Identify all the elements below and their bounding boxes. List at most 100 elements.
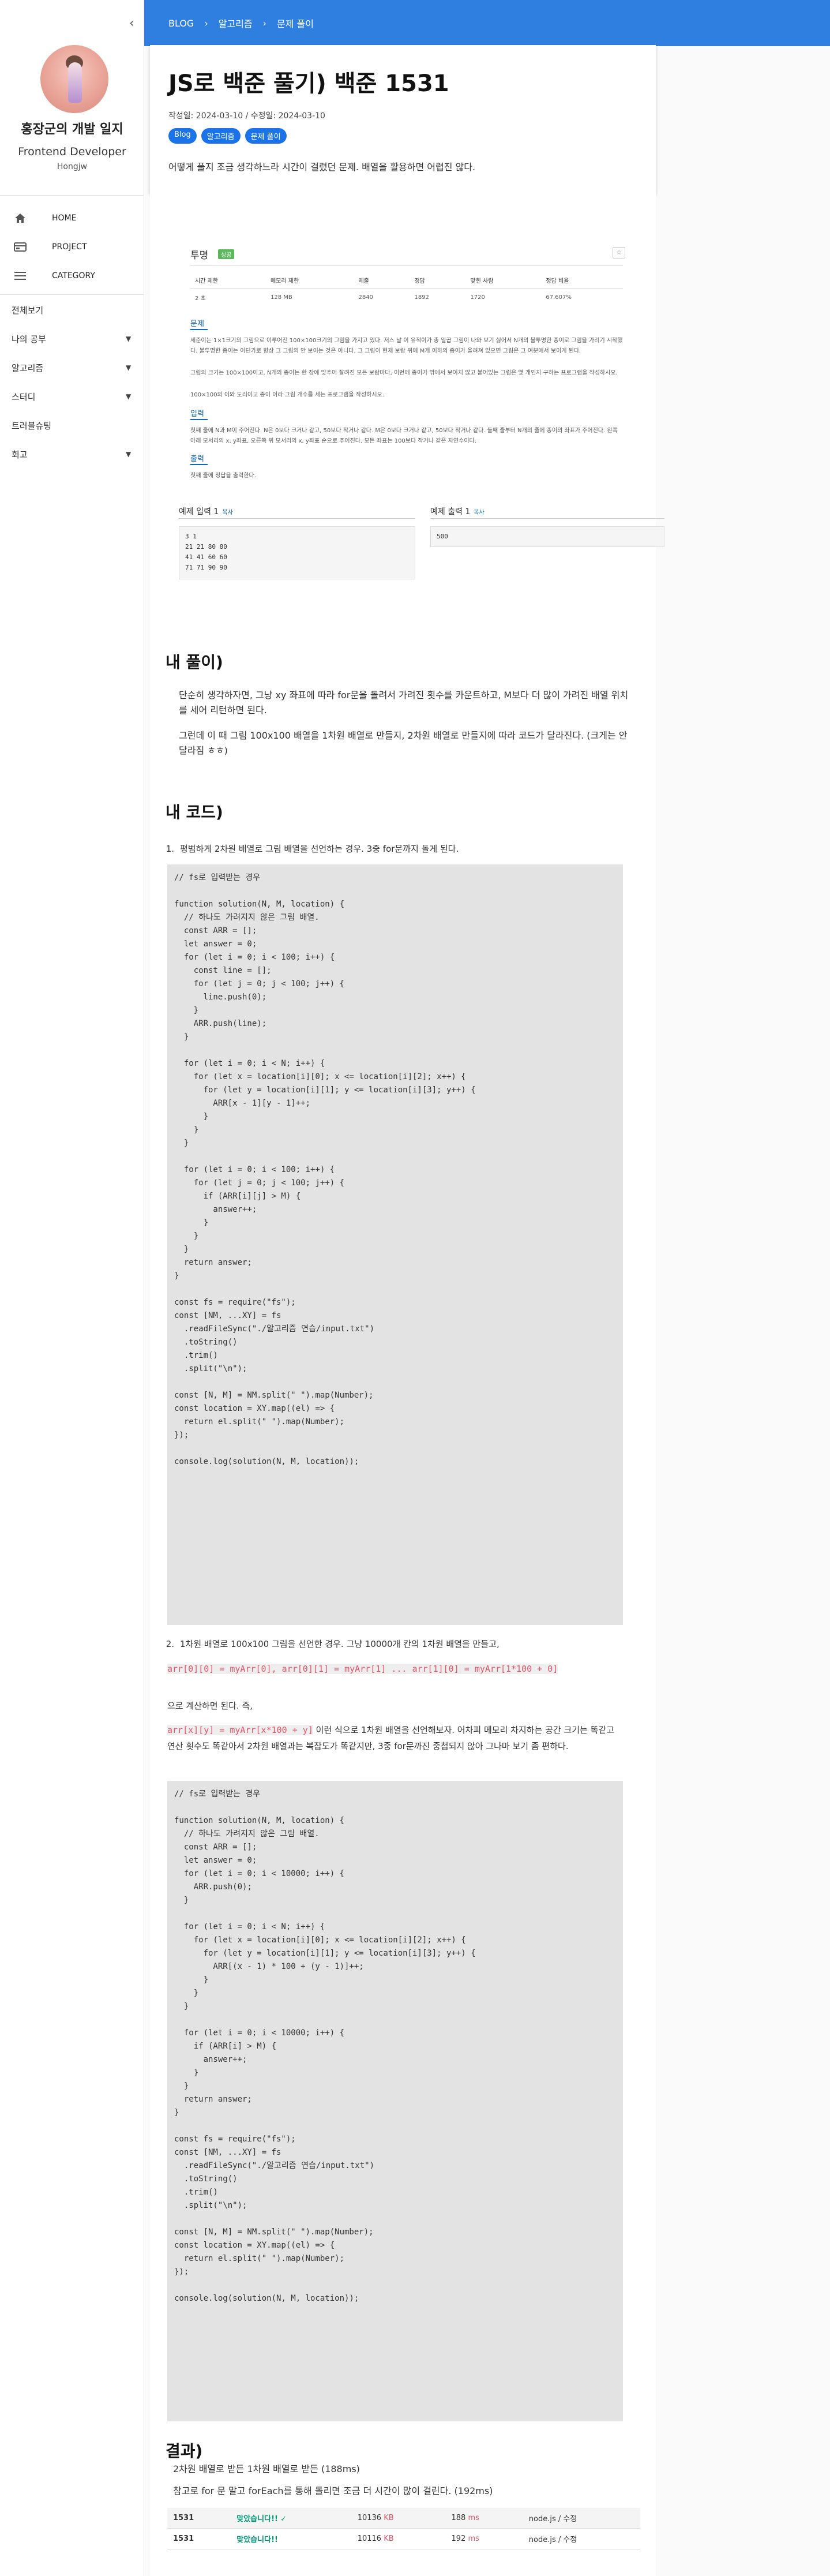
sample-input-heading: 예제 입력 1 복사 [179, 506, 233, 517]
category-label: 나의 공부 [12, 334, 46, 345]
submission-id[interactable]: 1531 [167, 2508, 231, 2529]
category-all[interactable]: 전체보기 [0, 295, 144, 324]
table-row: 1531 맞았습니다!! ✓ 10136 KB 188 ms node.js /… [167, 2508, 640, 2529]
sidebar-divider [0, 195, 144, 196]
breadcrumb-blog[interactable]: BLOG [168, 18, 194, 29]
home-icon [13, 211, 28, 225]
site-role: Frontend Developer [18, 145, 126, 158]
time-unit: ms [468, 2514, 479, 2522]
language-link[interactable]: node.js / 수정 [523, 2528, 640, 2549]
list-item-1: 1. 평범하게 2차원 배열로 그림 배열을 선언하는 경우. 3중 for문까지… [157, 843, 459, 855]
item2-paragraph-2: arr[x][y] = myArr[x*100 + y] 이런 식으로 1차원 … [167, 1722, 623, 1754]
breadcrumb-algorithm[interactable]: 알고리즘 [219, 16, 253, 30]
table-cell: 1720 [470, 294, 485, 301]
table-cell: 2840 [358, 294, 373, 301]
inline-code: arr[0][0] = myArr[0], arr[0][1] = myArr[… [167, 1661, 623, 1677]
table-header: 정답 비율 [541, 272, 623, 289]
item2-paragraph: 으로 계산하면 된다. 즉, [167, 1701, 253, 1711]
time-cell: 192 ms [445, 2528, 523, 2549]
problem-text-2: 그림의 크기는 100×100이고, N개의 종이는 한 장에 맞추어 잘려진 … [190, 370, 618, 376]
time-cell: 188 ms [445, 2508, 523, 2529]
memory-cell: 10116 KB [351, 2528, 446, 2549]
category-study[interactable]: 나의 공부 ▼ [0, 324, 144, 353]
approach-paragraph-1: 단순히 생각하자면, 그냥 xy 좌표에 따라 for문을 돌려서 가려진 횟수… [179, 690, 629, 716]
nav-home[interactable]: HOME [0, 204, 144, 232]
table-header: 정답 [410, 272, 466, 289]
tag-list: Blog 알고리즘 문제 풀이 [168, 128, 287, 144]
table-cell: 128 MB [270, 294, 292, 301]
status-badge: 성공 [218, 249, 235, 259]
chevron-right-icon: › [204, 17, 208, 29]
result-table: 1531 맞았습니다!! ✓ 10136 KB 188 ms node.js /… [167, 2508, 640, 2549]
nav-project-label: PROJECT [52, 242, 87, 252]
sidebar: ‹ 홍장군의 개발 일지 Frontend Developer Hongjw H… [0, 0, 144, 2576]
section-approach-heading: 내 풀이) [166, 653, 223, 672]
memory-unit: KB [384, 2534, 394, 2543]
tag-problem[interactable]: 문제 풀이 [245, 128, 287, 144]
section-result-heading: 결과) [166, 2442, 203, 2461]
section-output-heading: 출력 [190, 455, 204, 463]
category-label: 스터디 [12, 391, 36, 402]
memory-unit: KB [384, 2514, 394, 2522]
divider [179, 518, 415, 519]
nav-home-label: HOME [52, 214, 77, 223]
table-cell: 1892 [414, 294, 429, 301]
chevron-down-icon: ▼ [126, 450, 132, 458]
heading-underline [190, 329, 208, 330]
input-text: 첫째 줄에 N과 M이 주어진다. N은 0보다 크거나 같고, 50보다 작거… [190, 428, 618, 444]
list-number: 2. [166, 1639, 174, 1649]
table-header: 맞힌 사람 [465, 272, 542, 289]
list-item-text: 1차원 배열로 100x100 그림을 선언한 경우. 그냥 10000개 칸의… [180, 1639, 499, 1649]
nav-category-label: CATEGORY [52, 271, 95, 280]
chevron-down-icon: ▼ [126, 335, 132, 343]
output-text: 첫째 줄에 정답을 출력한다. [190, 473, 256, 479]
inline-code-text: arr[0][0] = myArr[0], arr[0][1] = myArr[… [167, 1664, 558, 1674]
result-status: 맞았습니다!! [231, 2528, 352, 2549]
category-algorithm[interactable]: 알고리즘 ▼ [0, 353, 144, 382]
submission-id[interactable]: 1531 [167, 2528, 231, 2549]
nav-category[interactable]: CATEGORY [0, 262, 144, 290]
category-label: 트러블슈팅 [12, 420, 52, 431]
breadcrumb-current: 문제 풀이 [277, 18, 314, 29]
breadcrumb: BLOG › 알고리즘 › 문제 풀이 [168, 16, 314, 30]
category-troubleshooting[interactable]: 트러블슈팅 [0, 411, 144, 440]
chevron-down-icon: ▼ [126, 364, 132, 372]
table-cell: 67.607% [546, 294, 572, 301]
tag-blog[interactable]: Blog [168, 128, 197, 144]
result-status: 맞았습니다!! ✓ [231, 2508, 352, 2529]
copy-button[interactable]: 복사 [474, 510, 484, 516]
page-title: JS로 백준 풀기) 백준 1531 [168, 70, 449, 97]
section-problem-heading: 문제 [190, 320, 204, 328]
post-description: 어떻게 풀지 조금 생각하느라 시간이 걸렸던 문제. 배열을 활용하면 어렵진… [168, 162, 476, 173]
language-link[interactable]: node.js / 수정 [523, 2508, 640, 2529]
problem-screenshot: 투명 성공 ☆ 시간 제한 메모리 제한 제출 정답 맞힌 사람 정답 비율 2… [179, 217, 664, 579]
table-cell: 2 초 [195, 295, 206, 302]
chevron-left-icon[interactable]: ‹ [129, 16, 134, 31]
copy-button[interactable]: 복사 [222, 510, 232, 516]
sample-output: 500 [430, 526, 664, 547]
time-unit: ms [468, 2534, 479, 2543]
list-item-text: 평범하게 2차원 배열로 그림 배열을 선언하는 경우. 3중 for문까지 돌… [180, 844, 459, 854]
site-title[interactable]: 홍장군의 개발 일지 [0, 119, 144, 137]
nav-project[interactable]: PROJECT [0, 233, 144, 261]
star-icon[interactable]: ☆ [613, 247, 625, 259]
top-bar: BLOG › 알고리즘 › 문제 풀이 [144, 0, 830, 46]
sample-output-label: 예제 출력 1 [430, 507, 471, 516]
heading-underline [190, 419, 208, 420]
section-code-heading: 내 코드) [166, 803, 223, 822]
result-paragraph-1: 2차원 배열로 받든 1차원 배열로 받든 (188ms) [173, 2463, 360, 2474]
category-studygroup[interactable]: 스터디 ▼ [0, 382, 144, 411]
post-content: 투명 성공 ☆ 시간 제한 메모리 제한 제출 정답 맞힌 사람 정답 비율 2… [150, 194, 664, 2576]
category-label: 전체보기 [12, 305, 44, 316]
sample-output-heading: 예제 출력 1 복사 [430, 506, 485, 517]
category-retrospect[interactable]: 회고 ▼ [0, 440, 144, 469]
category-label: 회고 [12, 449, 28, 460]
sample-input-label: 예제 입력 1 [179, 507, 219, 516]
category-label: 알고리즘 [12, 362, 44, 373]
site-username: Hongjw [57, 162, 88, 171]
code-block-1: // fs로 입력받는 경우 function solution(N, M, l… [167, 864, 623, 1625]
table-header: 제출 [354, 272, 410, 289]
tag-algorithm[interactable]: 알고리즘 [201, 128, 241, 144]
memory-value: 10136 [357, 2514, 382, 2522]
chevron-right-icon: › [262, 17, 267, 29]
